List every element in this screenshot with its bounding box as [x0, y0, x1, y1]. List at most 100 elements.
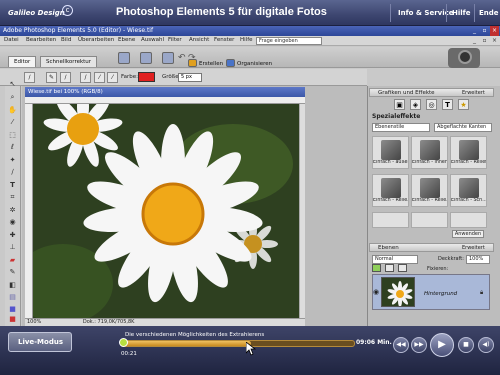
shape-tool-icon[interactable]: ■ [7, 304, 18, 314]
lock-icon: 🔒︎ [480, 289, 484, 296]
window-title: Adobe Photoshop Elements 5.0 (Editor) - … [0, 26, 500, 36]
color-swatch[interactable] [138, 72, 155, 82]
favorites-icon[interactable]: ★ [458, 99, 469, 110]
magic-wand-icon[interactable]: ✦ [7, 155, 18, 165]
layers-palette-title: Ebenen [378, 245, 399, 251]
line-tool-icon[interactable]: / [80, 72, 91, 83]
blend-mode-select[interactable]: Normal [372, 255, 418, 264]
marquee-tool-icon[interactable]: ⬚ [7, 130, 18, 140]
effect-thumbnail[interactable]: Einfach - außen [372, 136, 409, 169]
red-eye-icon[interactable]: ◉ [7, 217, 18, 227]
effect-thumbnail[interactable]: Einfach - Relie... [372, 174, 409, 207]
clone-stamp-icon[interactable]: ⊥ [7, 242, 18, 252]
effect-thumbnail[interactable] [411, 212, 448, 228]
document-title: Wiese.tif bei 100% (RGB/8) [25, 87, 305, 97]
menu-ueberarbeiten[interactable]: Überarbeiten [78, 37, 114, 43]
delete-layer-icon[interactable] [398, 264, 407, 272]
menu-hilfe[interactable]: Hilfe [240, 37, 253, 43]
healing-brush-icon[interactable]: ✚ [7, 230, 18, 240]
help-link[interactable]: Hilfe [452, 9, 470, 17]
daisy-photo[interactable] [33, 104, 299, 318]
pencil-tool-icon[interactable]: ✎ [7, 267, 18, 277]
layer-name: Hintergrund [424, 291, 458, 297]
hand-tool-icon[interactable]: ✋ [7, 105, 18, 115]
filter-icon[interactable]: ◎ [426, 99, 437, 110]
size-input[interactable]: 5 px [178, 73, 202, 82]
forward-icon[interactable]: ▶▶ [411, 337, 427, 353]
effect-thumbnail[interactable] [372, 212, 409, 228]
brush-icon[interactable]: ∕ [60, 72, 71, 83]
layer-styles-select[interactable]: Ebenenstile [372, 123, 430, 132]
close-icon[interactable]: × [490, 26, 499, 36]
effect-label: Einfach - Relie... [412, 198, 447, 203]
menu-auswahl[interactable]: Auswahl [141, 37, 164, 43]
menu-filter[interactable]: Filter [168, 37, 182, 43]
play-icon[interactable]: ▶ [430, 333, 454, 357]
layers-palette-header[interactable]: Ebenen Erweitert [369, 243, 494, 252]
crop-tool-icon[interactable]: ⌗ [7, 192, 18, 202]
eyedropper-icon[interactable]: ⁄ [7, 117, 18, 127]
effect-thumbnail[interactable] [450, 212, 487, 228]
effect-preview [458, 140, 479, 160]
adjustment-layer-icon[interactable] [385, 264, 394, 272]
apply-button[interactable]: Anwenden [452, 230, 484, 238]
selection-brush-icon[interactable]: ∕ [7, 167, 18, 177]
menu-datei[interactable]: Datei [4, 37, 19, 43]
menu-ansicht[interactable]: Ansicht [189, 37, 209, 43]
move-tool-icon[interactable]: ↖ [7, 79, 18, 89]
doc-minimize-icon[interactable]: _ [470, 36, 479, 45]
menu-bild[interactable]: Bild [61, 37, 71, 43]
stop-icon[interactable]: ■ [458, 337, 474, 353]
zoom-tool-icon[interactable]: ⌕ [7, 92, 18, 102]
cookie-cutter-icon[interactable]: ✲ [7, 205, 18, 215]
type-tool-icon[interactable]: T [7, 180, 18, 190]
line-tool-3-icon[interactable]: ⁄ [107, 72, 118, 83]
minimize-icon[interactable]: _ [470, 26, 479, 36]
doc-restore-icon[interactable]: ▫ [480, 36, 489, 45]
opacity-input[interactable]: 100% [466, 255, 490, 264]
help-search-input[interactable]: Frage eingeben [256, 37, 322, 45]
tab-quick-fix[interactable]: Schnellkorrektur [40, 56, 98, 67]
tab-editor[interactable]: Editor [8, 56, 37, 67]
organize-button[interactable]: Organisieren [237, 61, 272, 67]
maximize-icon[interactable]: ▫ [480, 26, 489, 36]
doc-close-icon[interactable]: × [490, 36, 499, 45]
new-file-icon[interactable] [118, 52, 130, 64]
paint-bucket-icon[interactable]: ◧ [7, 280, 18, 290]
foreground-color-icon[interactable]: ■ [7, 314, 18, 324]
new-layer-icon[interactable] [372, 264, 381, 272]
effect-thumbnail[interactable]: Einfach - Relief [450, 136, 487, 169]
create-button[interactable]: Erstellen [199, 61, 223, 67]
effect-thumbnail[interactable]: Einfach - innen [411, 136, 448, 169]
effect-thumbnail[interactable]: Einfach - Sch... [450, 174, 487, 207]
save-icon[interactable] [140, 52, 152, 64]
effects-icon[interactable]: ◈ [410, 99, 421, 110]
bevels-select[interactable]: Abgeflachte Kanten [434, 123, 492, 132]
line-tool-2-icon[interactable]: ⁄ [94, 72, 105, 83]
artwork-icon[interactable]: ▣ [394, 99, 405, 110]
eraser-icon[interactable]: ▰ [7, 255, 18, 265]
rewind-icon[interactable]: ◀◀ [393, 337, 409, 353]
effect-preview [419, 140, 440, 160]
vertical-scrollbar[interactable] [299, 104, 305, 318]
visibility-eye-icon[interactable]: ◉ [373, 288, 379, 296]
chapter-marker[interactable] [119, 338, 128, 347]
effects-palette-header[interactable]: Grafiken und Effekte Erweitert [369, 88, 494, 97]
layers-expand-link[interactable]: Erweitert [462, 244, 485, 252]
effects-expand-link[interactable]: Erweitert [462, 89, 485, 97]
text-effects-icon[interactable]: T [442, 99, 453, 110]
brush-preset-icon[interactable]: ∕ [24, 72, 35, 83]
volume-icon[interactable]: ◀) [478, 337, 494, 353]
live-mode-button[interactable]: Live-Modus [8, 332, 72, 352]
header-divider [474, 4, 475, 22]
exit-link[interactable]: Ende [479, 9, 499, 17]
pencil-icon[interactable]: ✎ [46, 72, 57, 83]
effect-thumbnail[interactable]: Einfach - Relie... [411, 174, 448, 207]
create-icon [188, 59, 197, 67]
gradient-tool-icon[interactable]: ▤ [7, 292, 18, 302]
print-icon[interactable] [162, 52, 174, 64]
lasso-tool-icon[interactable]: ℓ [7, 142, 18, 152]
menu-bearbeiten[interactable]: Bearbeiten [26, 37, 56, 43]
menu-ebene[interactable]: Ebene [118, 37, 135, 43]
menu-fenster[interactable]: Fenster [214, 37, 234, 43]
